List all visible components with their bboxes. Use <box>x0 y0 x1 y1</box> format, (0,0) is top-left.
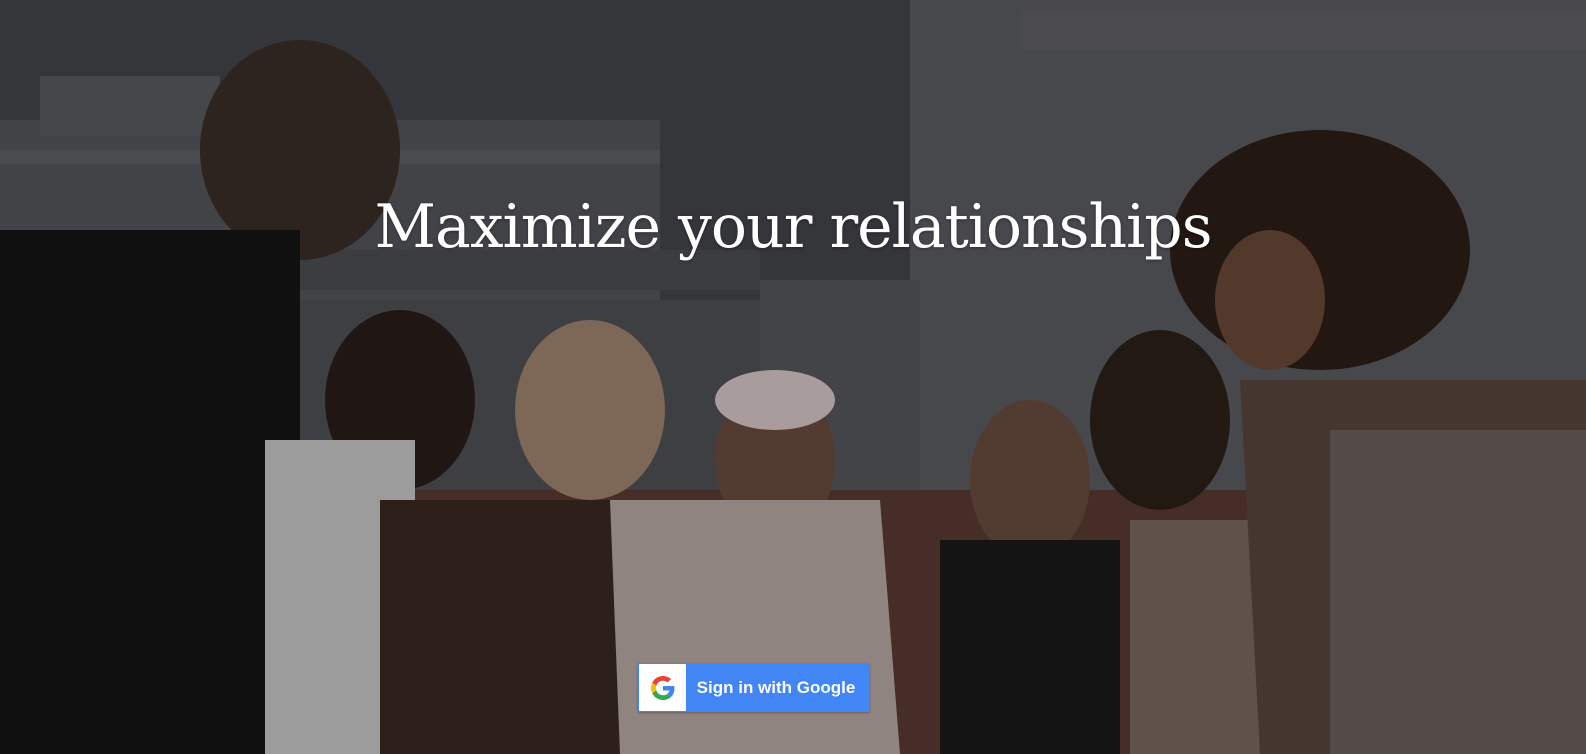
sign-in-button-label: Sign in with Google <box>696 677 856 697</box>
sign-in-with-google-button[interactable]: Sign in with Google <box>638 663 870 712</box>
dark-overlay <box>0 0 1586 754</box>
hero-section: Maximize your relationships Sign in with… <box>0 0 1586 754</box>
google-g-icon <box>650 675 674 700</box>
hero-headline: Maximize your relationships <box>374 192 1213 262</box>
google-icon-container <box>639 664 686 711</box>
